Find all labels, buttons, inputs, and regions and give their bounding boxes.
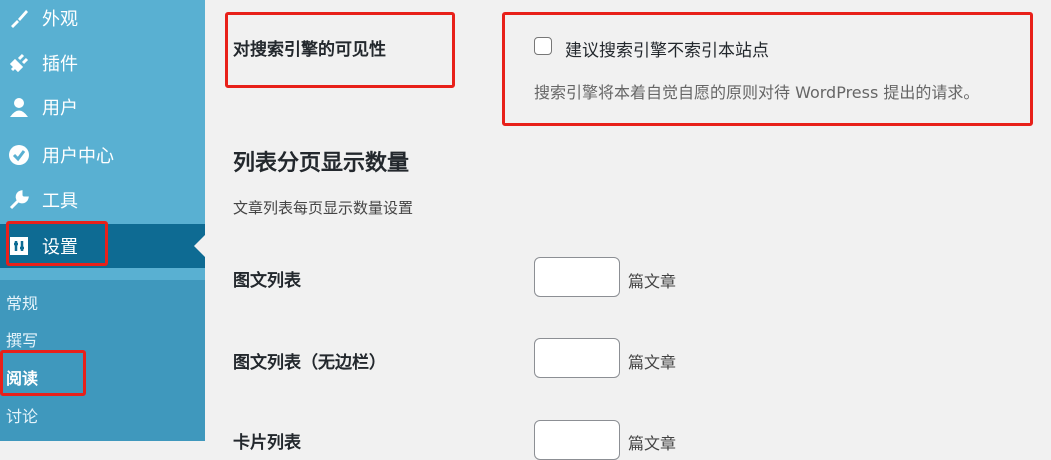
settings-submenu: 常规 撰写 阅读 讨论: [0, 280, 205, 441]
sidebar-item-user-center[interactable]: 用户中心: [0, 133, 205, 177]
submenu-item-general[interactable]: 常规: [6, 290, 38, 314]
pagination-section-desc: 文章列表每页显示数量设置: [233, 199, 414, 217]
noindex-checkbox-label[interactable]: 建议搜索引擎不索引本站点: [565, 36, 769, 61]
sidebar-item-appearance[interactable]: 外观: [0, 0, 205, 40]
sidebar-item-label: 用户中心: [42, 146, 114, 167]
grid-list-label: 图文列表: [233, 271, 301, 291]
search-visibility-label: 对搜索引擎的可见性: [233, 40, 386, 60]
sidebar-item-label: 用户: [42, 98, 78, 119]
user-icon: [6, 96, 32, 118]
grid-list-nosidebar-count-input[interactable]: [534, 338, 620, 378]
sidebar-item-label: 工具: [42, 191, 78, 212]
plugin-icon: [6, 52, 32, 74]
settings-content: 对搜索引擎的可见性 建议搜索引擎不索引本站点 搜索引擎将本着自觉自愿的原则对待 …: [205, 0, 1051, 460]
admin-sidebar: 外观 插件 用户 用户中心 工具 设置 常规 撰写 阅读 讨论: [0, 0, 205, 441]
checkmark-circle-icon: [6, 144, 32, 166]
card-list-unit: 篇文章: [628, 434, 677, 453]
paintbrush-icon: [6, 7, 32, 29]
grid-list-unit: 篇文章: [628, 272, 677, 291]
pagination-section-title: 列表分页显示数量: [233, 151, 410, 176]
wrench-icon: [6, 189, 32, 211]
grid-list-nosidebar-unit: 篇文章: [628, 353, 677, 372]
sidebar-item-users[interactable]: 用户: [0, 85, 205, 129]
sidebar-item-label: 设置: [42, 237, 78, 258]
submenu-item-reading[interactable]: 阅读: [6, 365, 38, 389]
sidebar-item-label: 外观: [42, 9, 78, 30]
sidebar-item-label: 插件: [42, 54, 78, 75]
submenu-item-discussion[interactable]: 讨论: [6, 403, 38, 427]
sidebar-item-tools[interactable]: 工具: [0, 178, 205, 222]
sidebar-item-settings[interactable]: 设置: [0, 224, 205, 268]
settings-icon: [6, 235, 32, 257]
search-visibility-hint: 搜索引擎将本着自觉自愿的原则对待 WordPress 提出的请求。: [534, 83, 980, 102]
submenu-item-writing[interactable]: 撰写: [6, 327, 38, 351]
active-indicator: [194, 235, 205, 257]
sidebar-item-plugins[interactable]: 插件: [0, 41, 205, 85]
card-list-count-input[interactable]: [534, 420, 620, 460]
grid-list-count-input[interactable]: [534, 257, 620, 297]
noindex-checkbox[interactable]: [534, 37, 552, 55]
grid-list-nosidebar-label: 图文列表（无边栏）: [233, 353, 386, 373]
